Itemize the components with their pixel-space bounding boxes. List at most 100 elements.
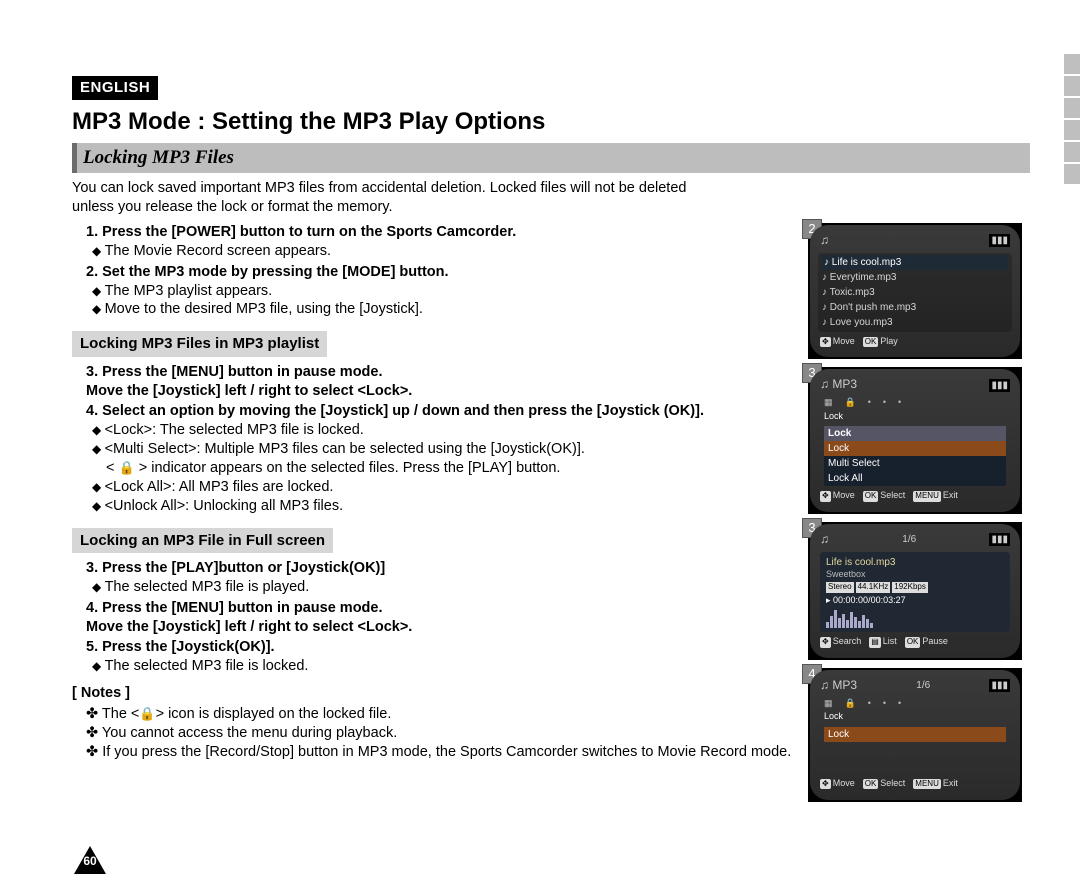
step-2: Set the MP3 mode by pressing the [MODE] …: [86, 263, 792, 320]
list-item-label: Everytime.mp3: [830, 272, 897, 283]
song-title: Life is cool.mp3: [826, 556, 1004, 569]
menu-item-lockall: Lock All: [824, 471, 1006, 486]
step-3-fullscreen: Press the [PLAY]button or [Joystick(OK)]…: [86, 559, 792, 597]
step-5-fullscreen: Press the [Joystick(OK)]. The selected M…: [86, 638, 792, 676]
page-number: 60: [74, 854, 106, 870]
hint-play: OKPlay: [863, 336, 898, 348]
badge-kbps: 192Kbps: [892, 582, 928, 592]
badge-khz: 44.1KHz: [856, 582, 891, 592]
step-4-playlist: Select an option by moving the [Joystick…: [86, 402, 792, 515]
hint-list: ▤List: [869, 636, 897, 648]
subhead-playlist: Locking MP3 Files in MP3 playlist: [72, 331, 327, 357]
music-icon: ♫: [820, 233, 829, 249]
badge-stereo: Stereo: [826, 582, 854, 592]
tab-icon: ▦: [824, 698, 833, 710]
playlist: ♪ Life is cool.mp3 ♪ Everytime.mp3 ♪ Tox…: [818, 253, 1012, 332]
list-item: ♪ Life is cool.mp3: [822, 255, 1008, 270]
section-subtitle: Locking MP3 Files: [72, 143, 1030, 174]
hint-exit: MENUExit: [913, 490, 958, 502]
list-item: ♪ Everytime.mp3: [822, 270, 1008, 285]
list-item-label: Love you.mp3: [830, 317, 893, 328]
menu-tab-label: Lock: [824, 711, 1012, 723]
note-1b: > icon is displayed on the locked file.: [156, 706, 392, 722]
list-item-label: Don't push me.mp3: [830, 302, 916, 313]
page-title: MP3 Mode : Setting the MP3 Play Options: [72, 106, 1030, 137]
menu-item-lock: Lock: [824, 727, 1006, 742]
opt-multi-sub: < 🔒 > indicator appears on the selected …: [106, 459, 792, 478]
menu-panel: Lock: [824, 727, 1006, 742]
time-counter: ▸ 00:00:00/00:03:27: [826, 595, 1004, 607]
screenshot-2: 2 ♫▮▮▮ ♪ Life is cool.mp3 ♪ Everytime.mp…: [808, 223, 1022, 359]
tab-icon: ▦: [824, 397, 833, 409]
list-item: ♪ Toxic.mp3: [822, 285, 1008, 300]
opt-multi: <Multi Select>: Multiple MP3 files can b…: [92, 440, 792, 459]
hint-select: OKSelect: [863, 490, 906, 502]
battery-icon: ▮▮▮: [989, 234, 1010, 247]
note-1: The <🔒> icon is displayed on the locked …: [86, 705, 792, 724]
opt-lockall: <Lock All>: All MP3 files are locked.: [92, 478, 792, 497]
side-index-stripes: [1064, 54, 1080, 186]
page-number-badge: 60: [74, 846, 104, 872]
step-5-fs-text: Press the [Joystick(OK)].: [102, 639, 274, 655]
track-count: 1/6: [902, 533, 916, 546]
steps-list-playlist: Press the [MENU] button in pause mode. M…: [86, 363, 792, 516]
menu-tabs: ▦🔒•••: [824, 698, 1012, 710]
hint-move: ✥Move: [820, 778, 855, 790]
note-1a: The <: [102, 706, 139, 722]
lock-icon: 🔒: [119, 460, 135, 477]
hint-pause: OKPause: [905, 636, 948, 648]
list-item-label: Toxic.mp3: [830, 287, 875, 298]
audio-badges: Stereo 44.1KHz 192Kbps: [826, 582, 1004, 592]
subhead-fullscreen: Locking an MP3 File in Full screen: [72, 528, 333, 554]
hint-search: ✥Search: [820, 636, 861, 648]
step-2-sub-b: Move to the desired MP3 file, using the …: [92, 300, 792, 319]
screenshot-4: 4 ♫ MP31/6▮▮▮ ▦🔒••• Lock Lock ✥Move OKSe…: [808, 668, 1022, 802]
step-4a-fs-text: Press the [MENU] button in pause mode.: [102, 600, 382, 616]
notes-list: The <🔒> icon is displayed on the locked …: [86, 705, 792, 762]
step-1-sub: The Movie Record screen appears.: [92, 242, 792, 261]
step-5-fs-sub: The selected MP3 file is locked.: [92, 657, 792, 676]
step-3-fs-sub: The selected MP3 file is played.: [92, 578, 792, 597]
equalizer-icon: [826, 608, 1004, 628]
menu-tabs: ▦🔒•••: [824, 397, 1012, 409]
opt-lock: <Lock>: The selected MP3 file is locked.: [92, 421, 792, 440]
step-4-text: Select an option by moving the [Joystick…: [102, 403, 704, 419]
step-3-playlist: Press the [MENU] button in pause mode. M…: [86, 363, 792, 401]
hint-move: ✥Move: [820, 490, 855, 502]
battery-icon: ▮▮▮: [989, 533, 1010, 546]
screenshot-3-player: 3 ♫1/6▮▮▮ Life is cool.mp3 Sweetbox Ster…: [808, 522, 1022, 660]
step-2-text: Set the MP3 mode by pressing the [MODE] …: [102, 264, 448, 280]
menu-panel: Lock Lock Multi Select Lock All: [824, 426, 1006, 486]
screenshot-3-menu: 3 ♫ MP3▮▮▮ ▦🔒••• Lock Lock Lock Multi Se…: [808, 367, 1022, 514]
language-tag: ENGLISH: [72, 76, 158, 100]
menu-header: Lock: [824, 426, 1006, 441]
step-3a-text: Press the [MENU] button in pause mode.: [102, 364, 382, 380]
opt-unlockall: <Unlock All>: Unlocking all MP3 files.: [92, 497, 792, 516]
step-4-fullscreen: Press the [MENU] button in pause mode. M…: [86, 599, 792, 637]
note-3: If you press the [Record/Stop] button in…: [86, 743, 792, 762]
lock-icon: 🔒: [139, 706, 155, 723]
menu-item-multi: Multi Select: [824, 456, 1006, 471]
hint-select: OKSelect: [863, 778, 906, 790]
header-label: ♫ MP3: [820, 678, 857, 694]
menu-tab-label: Lock: [824, 411, 1012, 423]
list-item-label: Life is cool.mp3: [832, 257, 901, 268]
menu-item-lock: Lock: [824, 441, 1006, 456]
hint-move: ✥Move: [820, 336, 855, 348]
battery-icon: ▮▮▮: [989, 679, 1010, 692]
opt-multi-sub-text: indicator appears on the selected files.…: [151, 460, 560, 476]
list-item: ♪ Don't push me.mp3: [822, 300, 1008, 315]
notes-title: [ Notes ]: [72, 684, 792, 703]
steps-list-main: Press the [POWER] button to turn on the …: [86, 223, 792, 319]
step-4b-fs-text: Move the [Joystick] left / right to sele…: [86, 619, 412, 635]
header-label: ♫ MP3: [820, 377, 857, 393]
hint-exit: MENUExit: [913, 778, 958, 790]
step-1: Press the [POWER] button to turn on the …: [86, 223, 792, 261]
step-3b-text: Move the [Joystick] left / right to sele…: [86, 383, 412, 399]
steps-list-fullscreen: Press the [PLAY]button or [Joystick(OK)]…: [86, 559, 792, 676]
list-item: ♪ Love you.mp3: [822, 315, 1008, 330]
music-icon: ♫: [820, 532, 829, 548]
intro-text: You can lock saved important MP3 files f…: [72, 179, 1030, 217]
song-artist: Sweetbox: [826, 569, 1004, 581]
battery-icon: ▮▮▮: [989, 379, 1010, 392]
